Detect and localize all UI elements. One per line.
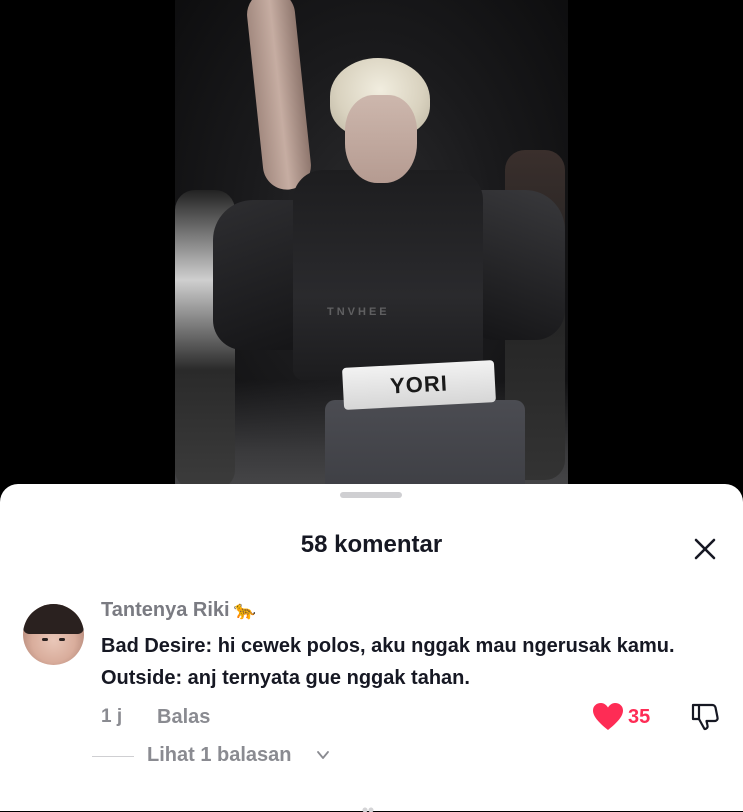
heart-icon — [592, 702, 624, 732]
comment-timestamp: 1 j — [101, 706, 122, 728]
video-player[interactable]: YORI TNVHEE — [0, 0, 743, 500]
leopard-emoji-icon: 🐆 — [234, 600, 256, 620]
replies-divider — [92, 756, 134, 757]
comment-body: Bad Desire: hi cewek polos, aku nggak ma… — [101, 630, 721, 694]
dancer-torso — [293, 170, 483, 380]
waistband-text: YORI — [342, 360, 496, 410]
comment-username[interactable]: Tantenya Riki🐆 — [101, 599, 256, 622]
avatar-eye-left — [42, 638, 48, 641]
like-count: 35 — [628, 706, 650, 729]
sheet-drag-handle[interactable] — [340, 492, 402, 498]
like-button[interactable]: 35 — [592, 700, 662, 734]
chevron-down-icon — [316, 748, 330, 762]
comment-meta-row: 1 j Balas 35 — [101, 706, 721, 736]
avatar-eye-right — [59, 638, 65, 641]
comments-title: 58 komentar — [0, 531, 743, 559]
dancer-raised-arm — [245, 0, 314, 192]
avatar-hair — [23, 604, 84, 634]
username-text: Tantenya Riki — [101, 599, 230, 621]
video-frame: YORI TNVHEE — [175, 0, 568, 500]
dancer-face — [345, 95, 417, 183]
video-watermark: TNVHEE — [327, 306, 390, 318]
close-button[interactable] — [690, 534, 720, 564]
avatar[interactable] — [23, 604, 84, 665]
comments-sheet: 58 komentar Tantenya Riki🐆 Bad Desire: h… — [0, 484, 743, 811]
thumbs-down-icon — [689, 700, 721, 732]
comment-line-2: Outside: anj ternyata gue nggak tahan. — [101, 662, 721, 694]
close-icon — [690, 534, 720, 564]
reply-button[interactable]: Balas — [157, 706, 210, 729]
comment-line-1: Bad Desire: hi cewek polos, aku nggak ma… — [101, 630, 721, 662]
view-replies-label: Lihat 1 balasan — [147, 744, 292, 767]
dislike-button[interactable] — [689, 700, 721, 734]
